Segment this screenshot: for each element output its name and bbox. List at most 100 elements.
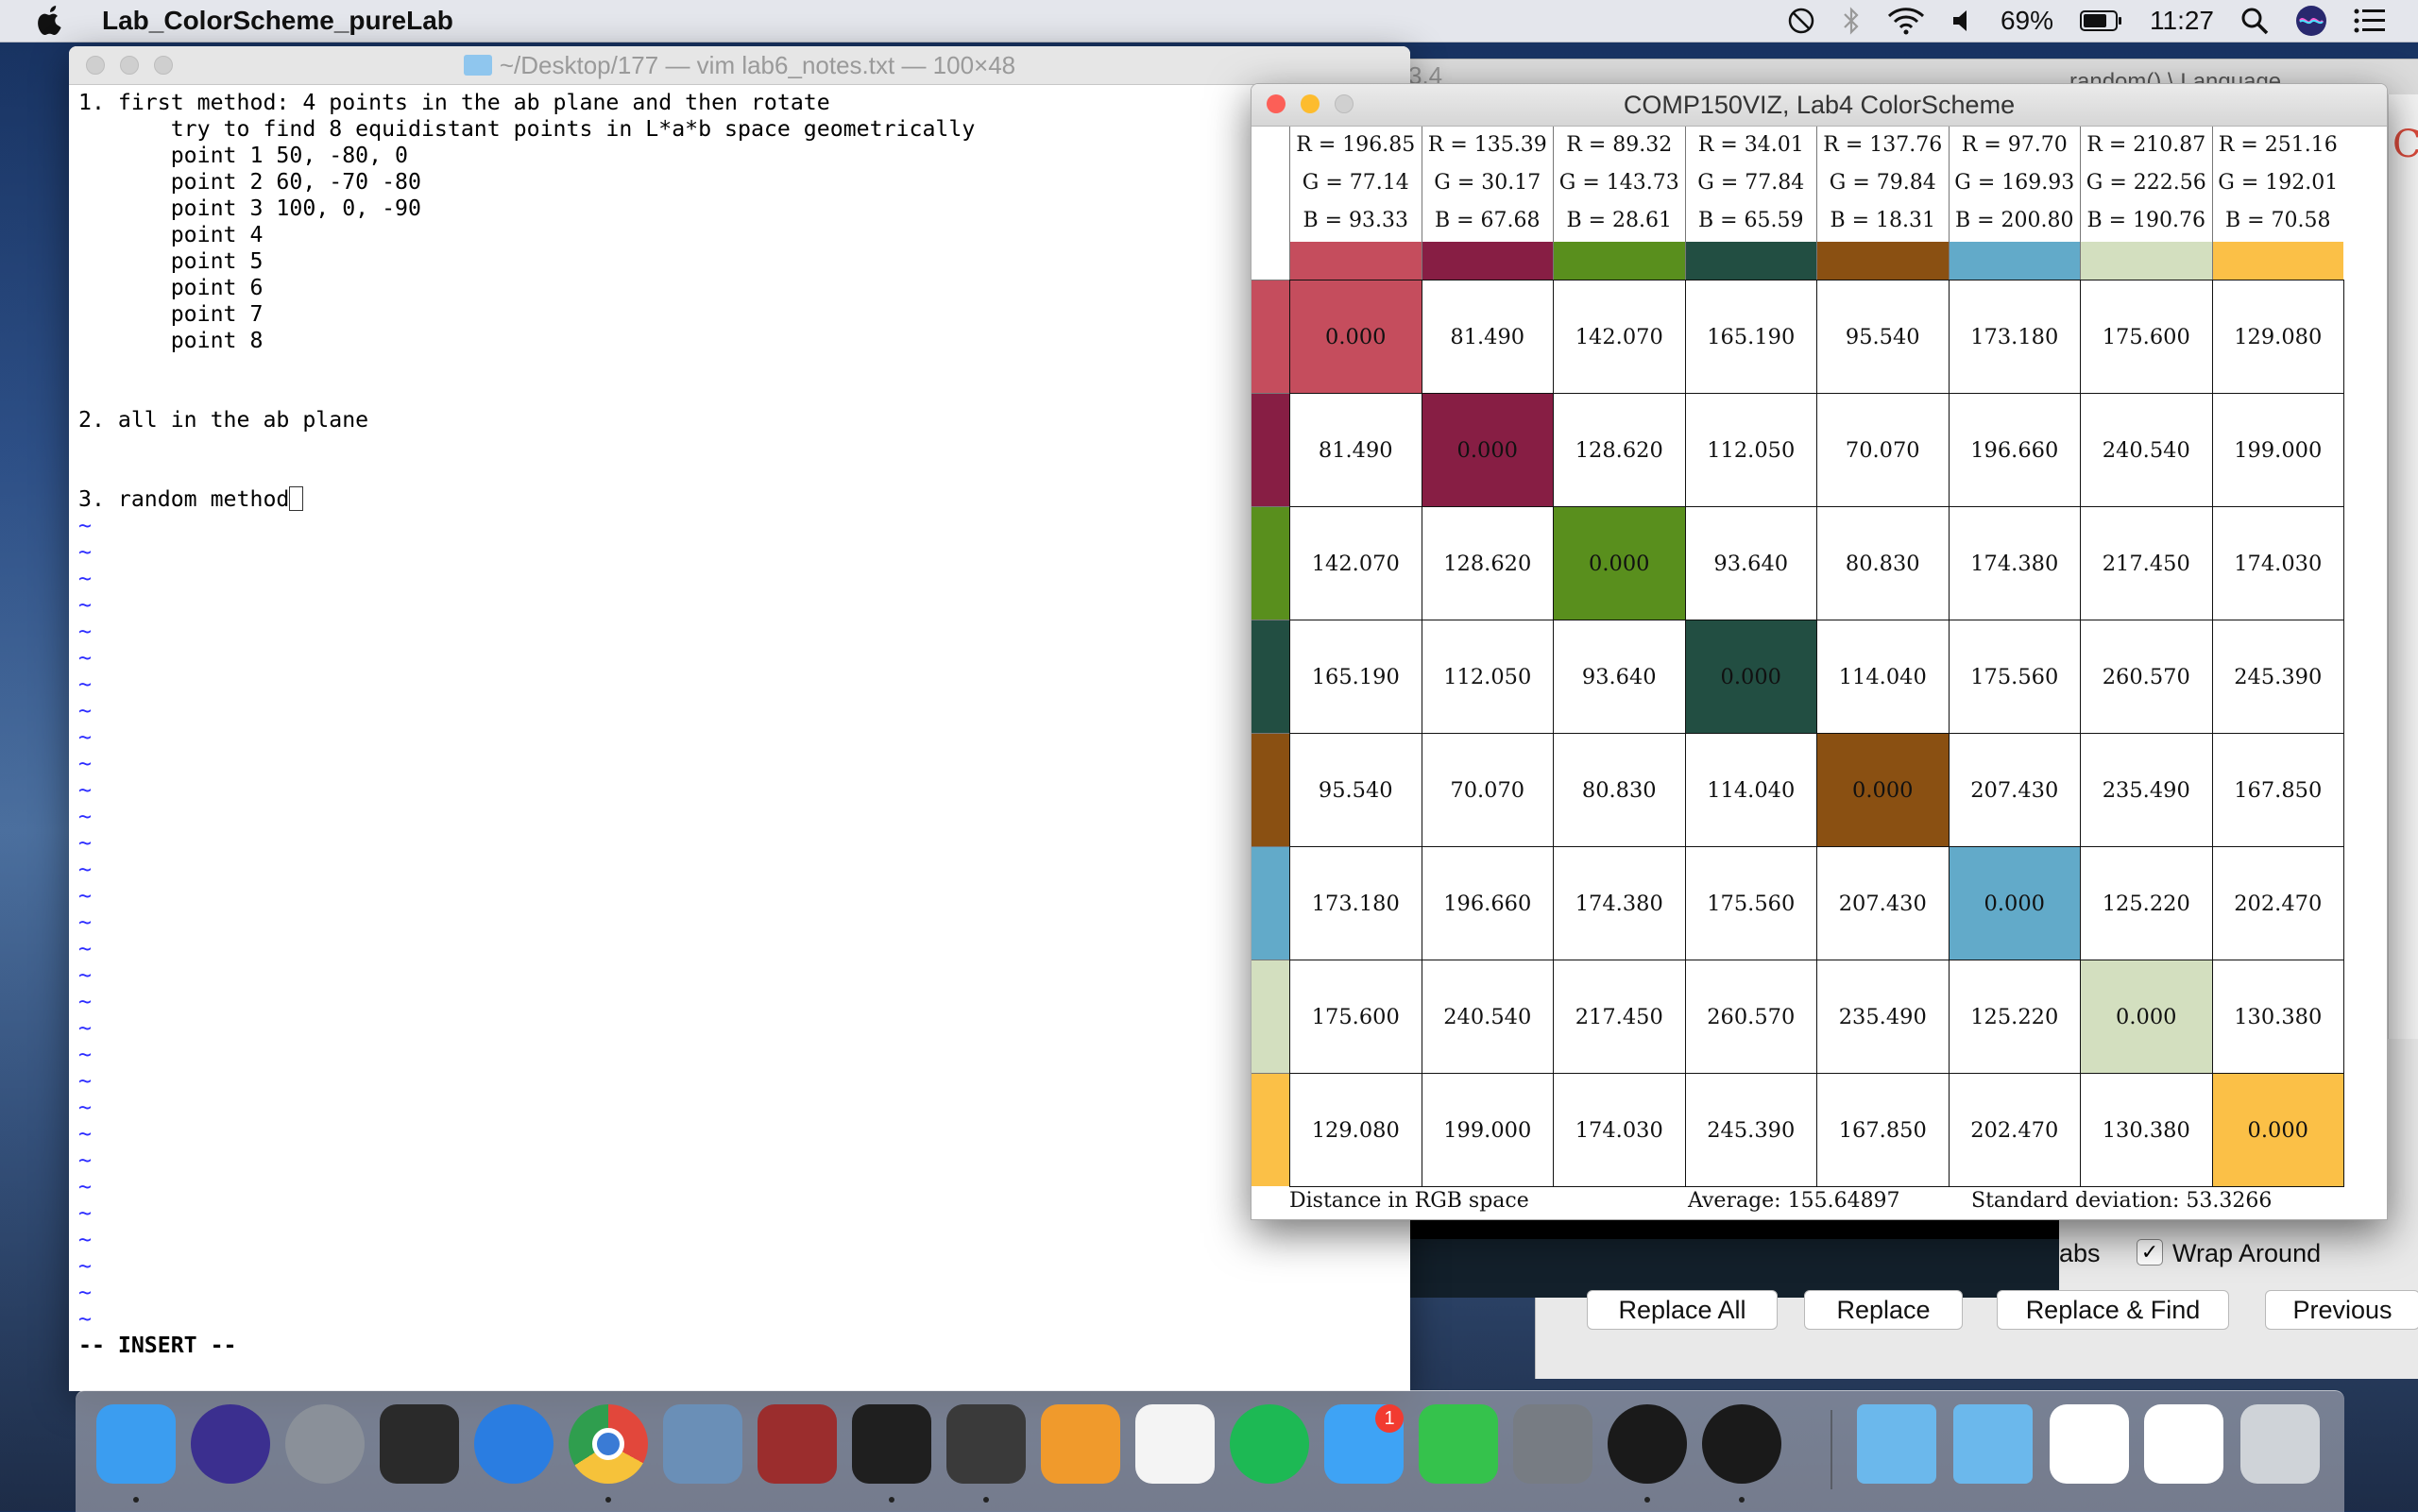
distance-cell[interactable]: 0.000 <box>2080 960 2213 1074</box>
distance-cell[interactable]: 114.040 <box>1816 620 1950 734</box>
notification-center-icon[interactable] <box>2354 8 2386 33</box>
distance-cell[interactable]: 80.830 <box>1553 733 1686 847</box>
zoom-icon[interactable] <box>1335 94 1354 113</box>
distance-cell[interactable]: 95.540 <box>1816 280 1950 394</box>
distance-cell[interactable]: 95.540 <box>1289 733 1422 847</box>
wrap-around-checkbox[interactable]: ✓ <box>2137 1239 2163 1266</box>
distance-cell[interactable]: 70.070 <box>1421 733 1554 847</box>
vim-buffer[interactable]: 1. first method: 4 points in the ab plan… <box>78 90 975 1359</box>
previous-button[interactable]: Previous <box>2265 1290 2418 1330</box>
finder-icon[interactable] <box>96 1404 176 1484</box>
distance-cell[interactable]: 217.450 <box>2080 506 2213 620</box>
distance-cell[interactable]: 125.220 <box>2080 846 2213 960</box>
chrome-window-thumbnail-icon-2[interactable] <box>2144 1404 2223 1484</box>
terminal-icon[interactable] <box>852 1404 931 1484</box>
distance-cell[interactable]: 196.660 <box>1421 846 1554 960</box>
distance-cell[interactable]: 0.000 <box>1553 506 1686 620</box>
apple-icon[interactable] <box>38 6 64 36</box>
distance-cell[interactable]: 199.000 <box>1421 1073 1554 1187</box>
preview-icon[interactable] <box>663 1404 742 1484</box>
dnd-icon[interactable] <box>1787 7 1815 35</box>
safari-icon[interactable] <box>474 1404 553 1484</box>
photos-icon[interactable] <box>1135 1404 1215 1484</box>
distance-cell[interactable]: 80.830 <box>1816 506 1950 620</box>
distance-cell[interactable]: 93.640 <box>1553 620 1686 734</box>
app-menu-name[interactable]: Lab_ColorScheme_pureLab <box>102 6 453 36</box>
colorscheme-titlebar[interactable]: COMP150VIZ, Lab4 ColorScheme <box>1252 84 2387 127</box>
siri-icon[interactable] <box>2295 5 2327 37</box>
distance-cell[interactable]: 207.430 <box>1816 846 1950 960</box>
distance-cell[interactable]: 129.080 <box>2211 280 2344 394</box>
distance-cell[interactable]: 130.380 <box>2080 1073 2213 1187</box>
distance-cell[interactable]: 174.380 <box>1948 506 2081 620</box>
zoom-icon[interactable] <box>154 56 173 75</box>
battery-icon[interactable] <box>2080 9 2123 32</box>
colorscheme-window[interactable]: COMP150VIZ, Lab4 ColorScheme R = 196.85 G… <box>1251 83 2388 1220</box>
wifi-icon[interactable] <box>1887 7 1925 35</box>
distance-cell[interactable]: 174.380 <box>1553 846 1686 960</box>
distance-cell[interactable]: 112.050 <box>1421 620 1554 734</box>
spotlight-icon[interactable] <box>2240 7 2269 35</box>
distance-cell[interactable]: 0.000 <box>1948 846 2081 960</box>
chrome-icon[interactable] <box>569 1404 648 1484</box>
distance-cell[interactable]: 175.600 <box>1289 960 1422 1074</box>
trash-icon[interactable] <box>2240 1404 2320 1484</box>
distance-cell[interactable]: 235.490 <box>2080 733 2213 847</box>
messages-icon[interactable]: 1 <box>1324 1404 1404 1484</box>
distance-cell[interactable]: 174.030 <box>2211 506 2344 620</box>
distance-cell[interactable]: 0.000 <box>1684 620 1817 734</box>
distance-cell[interactable]: 235.490 <box>1816 960 1950 1074</box>
pages-icon[interactable] <box>1041 1404 1120 1484</box>
distance-cell[interactable]: 217.450 <box>1553 960 1686 1074</box>
distance-cell[interactable]: 173.180 <box>1948 280 2081 394</box>
launchpad-icon[interactable] <box>285 1404 365 1484</box>
distance-cell[interactable]: 81.490 <box>1289 393 1422 507</box>
distance-cell[interactable]: 0.000 <box>1816 733 1950 847</box>
distance-cell[interactable]: 0.000 <box>1421 393 1554 507</box>
distance-cell[interactable]: 173.180 <box>1289 846 1422 960</box>
distance-cell[interactable]: 260.570 <box>1684 960 1817 1074</box>
distance-cell[interactable]: 245.390 <box>2211 620 2344 734</box>
close-icon[interactable] <box>86 56 105 75</box>
clock[interactable]: 11:27 <box>2150 6 2214 36</box>
facetime-icon[interactable] <box>1419 1404 1498 1484</box>
replace-button[interactable]: Replace <box>1804 1290 1963 1330</box>
distance-cell[interactable]: 175.600 <box>2080 280 2213 394</box>
distance-cell[interactable]: 260.570 <box>2080 620 2213 734</box>
distance-cell[interactable]: 167.850 <box>1816 1073 1950 1187</box>
distance-cell[interactable]: 0.000 <box>1289 280 1422 394</box>
distance-cell[interactable]: 175.560 <box>1948 620 2081 734</box>
distance-cell[interactable]: 128.620 <box>1421 506 1554 620</box>
distance-cell[interactable]: 174.030 <box>1553 1073 1686 1187</box>
documents-folder-icon[interactable] <box>1857 1404 1936 1484</box>
activity-monitor-icon[interactable] <box>380 1404 459 1484</box>
system-preferences-icon[interactable] <box>1513 1404 1592 1484</box>
close-icon[interactable] <box>1267 94 1286 113</box>
terminal-titlebar[interactable]: ~/Desktop/177 — vim lab6_notes.txt — 100… <box>69 46 1410 85</box>
distance-cell[interactable]: 128.620 <box>1553 393 1686 507</box>
bluetooth-icon[interactable] <box>1842 6 1861 36</box>
distance-cell[interactable]: 112.050 <box>1684 393 1817 507</box>
spotify-icon[interactable] <box>1230 1404 1309 1484</box>
distance-cell[interactable]: 202.470 <box>1948 1073 2081 1187</box>
sublime-text-icon[interactable] <box>946 1404 1026 1484</box>
quicktime-icon[interactable] <box>1702 1404 1781 1484</box>
replace-all-button[interactable]: Replace All <box>1587 1290 1778 1330</box>
distance-cell[interactable]: 207.430 <box>1948 733 2081 847</box>
distance-cell[interactable]: 240.540 <box>2080 393 2213 507</box>
distance-cell[interactable]: 114.040 <box>1684 733 1817 847</box>
distance-cell[interactable]: 130.380 <box>2211 960 2344 1074</box>
distance-cell[interactable]: 245.390 <box>1684 1073 1817 1187</box>
volume-icon[interactable] <box>1951 8 1974 34</box>
distance-cell[interactable]: 129.080 <box>1289 1073 1422 1187</box>
distance-cell[interactable]: 125.220 <box>1948 960 2081 1074</box>
chrome-window-thumbnail-icon[interactable] <box>2050 1404 2129 1484</box>
dictionary-icon[interactable] <box>758 1404 837 1484</box>
distance-cell[interactable]: 167.850 <box>2211 733 2344 847</box>
distance-cell[interactable]: 202.470 <box>2211 846 2344 960</box>
siri-icon[interactable] <box>191 1404 270 1484</box>
distance-cell[interactable]: 165.190 <box>1684 280 1817 394</box>
minimize-icon[interactable] <box>120 56 139 75</box>
distance-cell[interactable]: 0.000 <box>2211 1073 2344 1187</box>
downloads-folder-icon[interactable] <box>1953 1404 2033 1484</box>
